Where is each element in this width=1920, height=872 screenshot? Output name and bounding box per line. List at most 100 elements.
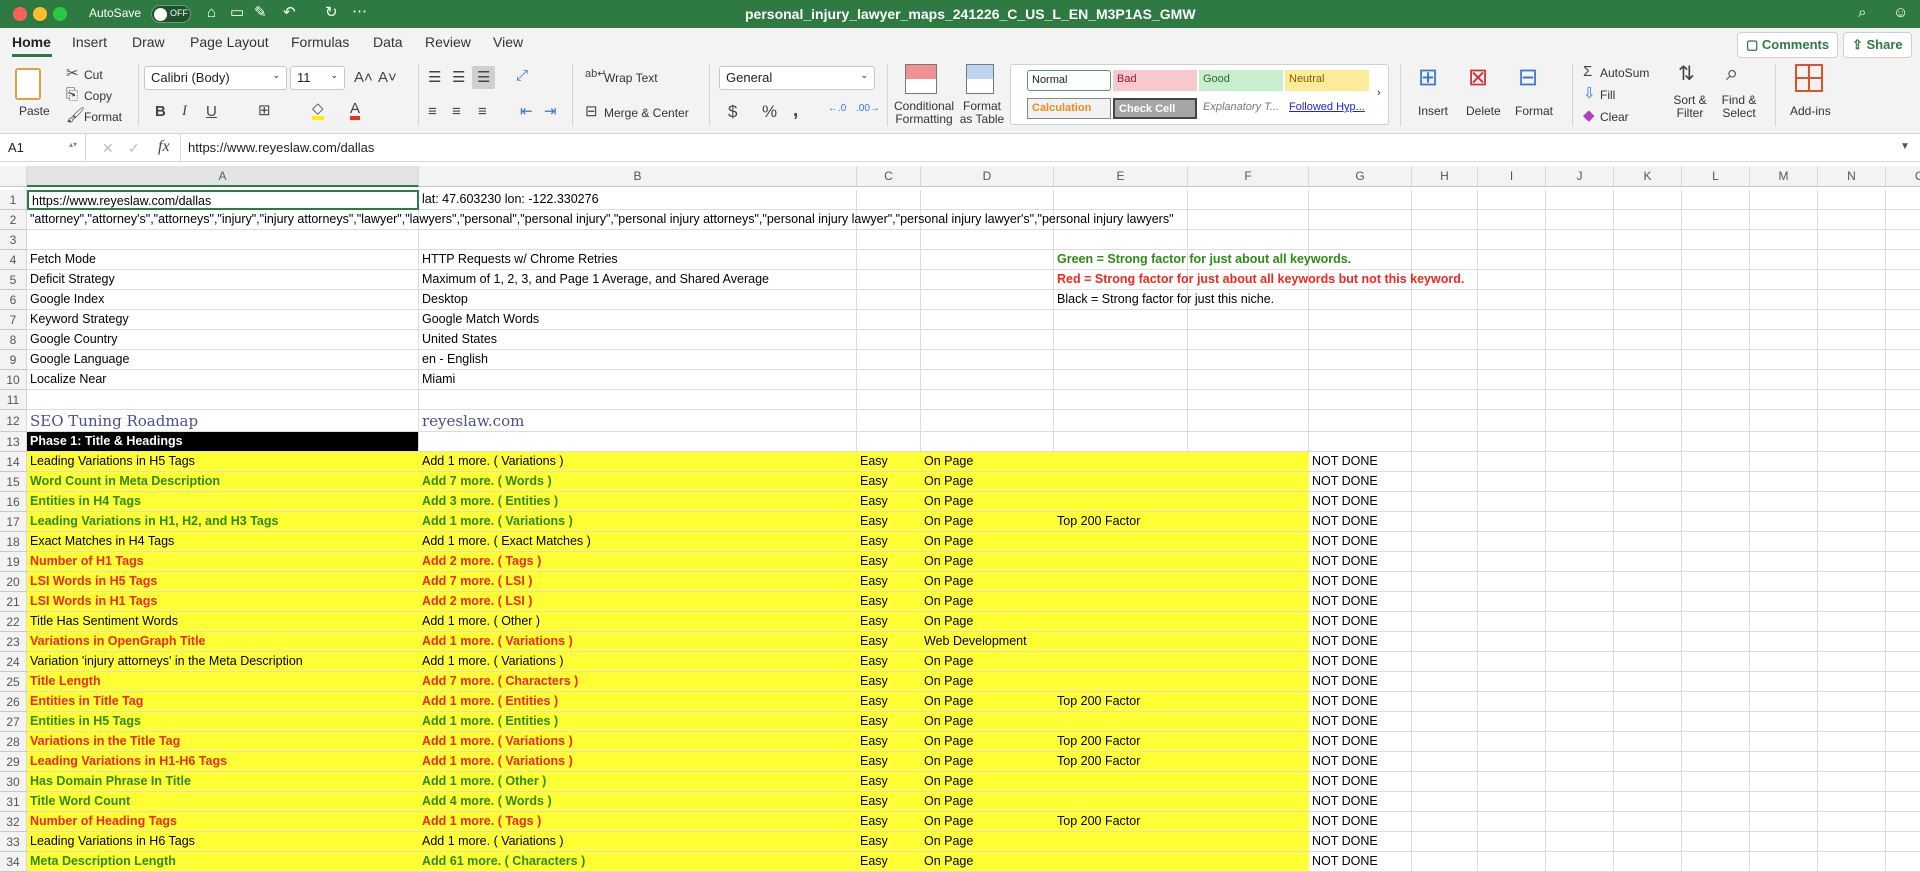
save-as-icon[interactable]: ✎ [254, 5, 267, 20]
increase-font-size-icon[interactable]: A˄ [354, 70, 373, 85]
find-select-button[interactable]: Find & Select [1718, 94, 1760, 120]
cell-i15[interactable] [1478, 472, 1546, 492]
cell-n13[interactable] [1818, 432, 1886, 452]
cell-j14[interactable] [1546, 452, 1614, 472]
column-header-m[interactable]: M [1750, 166, 1818, 187]
cell-f13[interactable] [1188, 432, 1309, 452]
format-as-table-button[interactable]: Format as Table [958, 100, 1006, 126]
cell-n21[interactable] [1818, 592, 1886, 612]
more-icon[interactable]: ⋯ [352, 4, 367, 19]
cell-l26[interactable] [1682, 692, 1750, 712]
cell-b7[interactable]: Google Match Words [419, 310, 857, 330]
cell-d22[interactable]: On Page [921, 612, 1054, 632]
underline-button[interactable]: U [206, 104, 217, 119]
cell-i3[interactable] [1478, 230, 1546, 250]
column-header-n[interactable]: N [1818, 166, 1886, 187]
cell-e19[interactable] [1054, 552, 1188, 572]
cell-m33[interactable] [1750, 832, 1818, 852]
row-header[interactable]: 13 [0, 432, 27, 452]
sort-filter-button[interactable]: Sort & Filter [1670, 94, 1710, 120]
cell-g27[interactable]: NOT DONE [1309, 712, 1412, 732]
cell-f14[interactable] [1188, 452, 1309, 472]
cell-l8[interactable] [1682, 330, 1750, 350]
comments-button[interactable]: ▢ Comments [1737, 32, 1839, 58]
cell-k30[interactable] [1614, 772, 1682, 792]
cell-g11[interactable] [1309, 390, 1412, 410]
cell-n32[interactable] [1818, 812, 1886, 832]
cell-k19[interactable] [1614, 552, 1682, 572]
cell-f12[interactable] [1188, 410, 1309, 432]
cell-c22[interactable]: Easy [857, 612, 921, 632]
cell-f29[interactable] [1188, 752, 1309, 772]
cell-d32[interactable]: On Page [921, 812, 1054, 832]
cell-a19[interactable]: Number of H1 Tags [27, 552, 419, 572]
number-format-select[interactable]: General ⌄ [719, 66, 875, 90]
cell-n30[interactable] [1818, 772, 1886, 792]
row-header[interactable]: 22 [0, 612, 27, 632]
cell-i9[interactable] [1478, 350, 1546, 370]
cell-d21[interactable]: On Page [921, 592, 1054, 612]
cell-c30[interactable]: Easy [857, 772, 921, 792]
cell-e11[interactable] [1054, 390, 1188, 410]
cell-n34[interactable] [1818, 852, 1886, 872]
cell-o34[interactable] [1886, 852, 1920, 872]
cell-j29[interactable] [1546, 752, 1614, 772]
cell-m1[interactable] [1750, 190, 1818, 210]
cell-n33[interactable] [1818, 832, 1886, 852]
cell-j24[interactable] [1546, 652, 1614, 672]
row-header[interactable]: 10 [0, 370, 27, 390]
cell-c25[interactable]: Easy [857, 672, 921, 692]
cell-n1[interactable] [1818, 190, 1886, 210]
cell-f21[interactable] [1188, 592, 1309, 612]
cell-m7[interactable] [1750, 310, 1818, 330]
cell-l7[interactable] [1682, 310, 1750, 330]
row-header[interactable]: 15 [0, 472, 27, 492]
cell-i7[interactable] [1478, 310, 1546, 330]
cell-o6[interactable] [1886, 290, 1920, 310]
cell-l19[interactable] [1682, 552, 1750, 572]
cell-b32[interactable]: Add 1 more. ( Tags ) [419, 812, 857, 832]
cell-j32[interactable] [1546, 812, 1614, 832]
cell-k1[interactable] [1614, 190, 1682, 210]
cell-n16[interactable] [1818, 492, 1886, 512]
cell-o7[interactable] [1886, 310, 1920, 330]
cell-l9[interactable] [1682, 350, 1750, 370]
cell-d29[interactable]: On Page [921, 752, 1054, 772]
cell-n19[interactable] [1818, 552, 1886, 572]
cell-f2[interactable] [1188, 210, 1309, 230]
cell-n26[interactable] [1818, 692, 1886, 712]
cell-j27[interactable] [1546, 712, 1614, 732]
row-header[interactable]: 8 [0, 330, 27, 350]
cell-h14[interactable] [1412, 452, 1478, 472]
cell-g26[interactable]: NOT DONE [1309, 692, 1412, 712]
cell-o13[interactable] [1886, 432, 1920, 452]
cell-m11[interactable] [1750, 390, 1818, 410]
row-header[interactable]: 6 [0, 290, 27, 310]
column-header-c[interactable]: C [857, 166, 921, 187]
cell-e12[interactable] [1054, 410, 1188, 432]
cell-d28[interactable]: On Page [921, 732, 1054, 752]
cell-j2[interactable] [1546, 210, 1614, 230]
cell-a12[interactable]: SEO Tuning Roadmap [27, 410, 419, 432]
minimize-window-button[interactable] [33, 7, 47, 21]
cell-o29[interactable] [1886, 752, 1920, 772]
cell-b5[interactable]: Maximum of 1, 2, 3, and Page 1 Average, … [419, 270, 857, 290]
cell-b11[interactable] [419, 390, 857, 410]
cell-e5[interactable]: Red = Strong factor for just about all k… [1054, 270, 1464, 290]
cell-h19[interactable] [1412, 552, 1478, 572]
close-window-button[interactable] [13, 7, 27, 21]
cell-j10[interactable] [1546, 370, 1614, 390]
cell-l29[interactable] [1682, 752, 1750, 772]
cell-b20[interactable]: Add 7 more. ( LSI ) [419, 572, 857, 592]
cell-d12[interactable] [921, 410, 1054, 432]
save-icon[interactable]: ▭ [230, 5, 244, 20]
cell-h28[interactable] [1412, 732, 1478, 752]
bold-button[interactable]: B [155, 104, 166, 119]
cell-b3[interactable] [419, 230, 857, 250]
select-all-corner[interactable] [0, 166, 27, 187]
row-header[interactable]: 7 [0, 310, 27, 330]
row-header[interactable]: 2 [0, 210, 27, 230]
cell-d3[interactable] [921, 230, 1054, 250]
home-icon[interactable]: ⌂ [207, 5, 216, 20]
column-header-j[interactable]: J [1546, 166, 1614, 187]
